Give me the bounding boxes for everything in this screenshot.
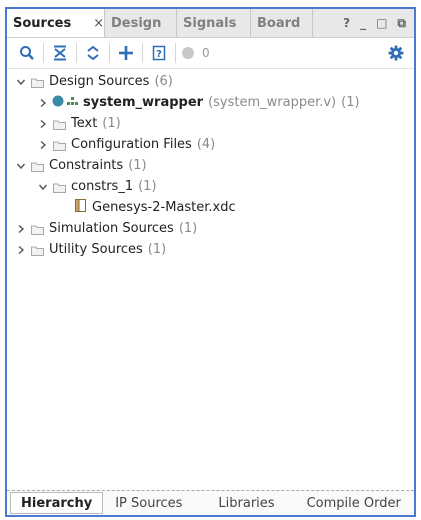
toolbar-separator (43, 43, 44, 63)
tree-count: (1) (102, 116, 121, 131)
properties-icon[interactable]: ? (145, 40, 173, 66)
status-dot-icon (52, 95, 64, 111)
toolbar: ? 0 (7, 38, 414, 69)
chevron-right-icon[interactable] (37, 139, 49, 151)
tree-count: (6) (154, 74, 173, 89)
tab-signals[interactable]: Signals (177, 9, 251, 37)
toolbar-separator (175, 43, 176, 63)
chevron-down-icon[interactable] (37, 181, 49, 193)
tree-label: Utility Sources (49, 242, 143, 257)
tree-count: (1) (147, 242, 167, 257)
toolbar-separator (109, 43, 110, 63)
tree-file: (system_wrapper.v) (208, 95, 337, 110)
tree-node-constraints[interactable]: Constraints (1) (7, 155, 414, 176)
hierarchy-icon (67, 95, 78, 110)
tab-design[interactable]: Design (105, 9, 177, 37)
expand-all-icon[interactable] (79, 40, 107, 66)
tab-board[interactable]: Board (251, 9, 313, 37)
toolbar-separator (142, 43, 143, 63)
tree-count: (1) (341, 95, 360, 110)
tree-node-configuration-files[interactable]: Configuration Files (4) (7, 134, 414, 155)
tree-label: Configuration Files (71, 137, 192, 152)
tree-count: (1) (178, 221, 198, 236)
chevron-down-icon[interactable] (15, 160, 27, 172)
tab-label: Design (111, 15, 162, 31)
float-icon[interactable]: ⧉ (397, 16, 406, 31)
sources-panel: Sources × Design Signals Board ? _ □ ⧉ ?… (5, 7, 416, 517)
folder-icon (53, 140, 66, 151)
toolbar-separator (76, 43, 77, 63)
tree-label: Genesys-2-Master.xdc (92, 200, 236, 215)
chevron-right-icon[interactable] (37, 97, 49, 109)
chevron-right-icon[interactable] (37, 118, 49, 130)
source-tree: Design Sources (6) system_wrapper (syste… (7, 71, 414, 260)
tab-hierarchy[interactable]: Hierarchy (10, 492, 104, 514)
search-icon[interactable] (13, 40, 41, 66)
status-circle-icon (178, 40, 198, 66)
gear-icon[interactable] (384, 41, 408, 65)
tree-label: constrs_1 (71, 179, 134, 194)
tree-label: Design Sources (49, 74, 150, 89)
chevron-right-icon[interactable] (15, 244, 27, 256)
tree-count: (4) (196, 137, 216, 152)
folder-icon (31, 77, 44, 88)
tab-bar: Sources × Design Signals Board ? _ □ ⧉ (7, 9, 414, 38)
tree-label: Text (71, 116, 98, 131)
tab-compile-order[interactable]: Compile Order (297, 493, 411, 513)
tab-label: Sources (13, 15, 72, 31)
constraints-file-icon (75, 199, 86, 216)
tree-node-utility-sources[interactable]: Utility Sources (1) (7, 239, 414, 260)
close-icon[interactable]: × (93, 16, 104, 31)
bottom-tab-bar: Hierarchy IP Sources Libraries Compile O… (7, 490, 414, 515)
tree-node-text[interactable]: Text (1) (7, 113, 414, 134)
tree-label: Constraints (49, 158, 124, 173)
minimize-icon[interactable]: _ (360, 16, 366, 30)
tree-node-xdc-file[interactable]: Genesys-2-Master.xdc (7, 197, 414, 218)
chevron-right-icon[interactable] (15, 223, 27, 235)
help-icon[interactable]: ? (343, 16, 350, 30)
add-sources-icon[interactable] (112, 40, 140, 66)
tree-count: (1) (138, 179, 157, 194)
tree-label: system_wrapper (83, 95, 204, 110)
chevron-down-icon[interactable] (15, 76, 27, 88)
status-count: 0 (202, 46, 210, 60)
folder-icon (31, 224, 44, 235)
tab-libraries[interactable]: Libraries (208, 493, 284, 513)
tree-node-simulation-sources[interactable]: Simulation Sources (1) (7, 218, 414, 239)
tab-ip-sources[interactable]: IP Sources (105, 493, 192, 513)
tree-node-design-sources[interactable]: Design Sources (6) (7, 71, 414, 92)
tab-label: Board (257, 15, 301, 31)
folder-icon (31, 161, 44, 172)
folder-icon (53, 119, 66, 130)
collapse-all-icon[interactable] (46, 40, 74, 66)
tab-sources[interactable]: Sources × (7, 9, 105, 37)
restore-icon[interactable]: □ (376, 16, 387, 30)
tree-node-system-wrapper[interactable]: system_wrapper (system_wrapper.v) (1) (7, 92, 414, 113)
folder-icon (53, 182, 66, 193)
svg-text:?: ? (156, 49, 162, 60)
tree-count: (1) (128, 158, 147, 173)
tab-label: Signals (183, 15, 237, 31)
tree-node-constrs-1[interactable]: constrs_1 (1) (7, 176, 414, 197)
window-controls: ? _ □ ⧉ (343, 9, 414, 37)
folder-icon (31, 245, 44, 256)
tree-label: Simulation Sources (49, 221, 174, 236)
